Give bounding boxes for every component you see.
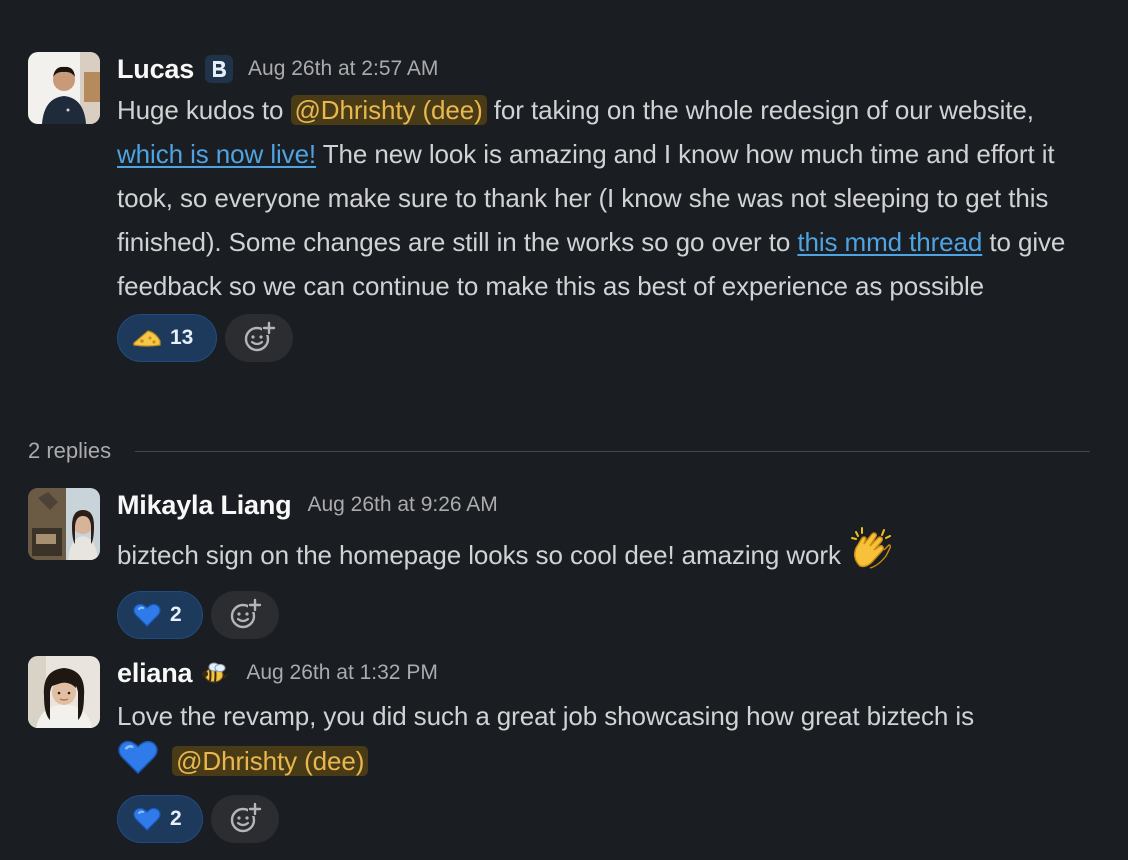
divider-line — [135, 450, 1090, 452]
reply-message: eliana Aug 26th at 1:32 PM Love the reva… — [0, 656, 1128, 846]
thread-link[interactable]: this mmd thread — [797, 227, 982, 257]
user-mention[interactable]: @Dhrishty (dee) — [290, 95, 487, 125]
cheese-icon — [132, 323, 162, 353]
user-mention[interactable]: @Dhrishty (dee) — [172, 746, 369, 776]
replies-count-label: 2 replies — [28, 438, 112, 463]
reactions-bar: 2 — [117, 795, 1092, 843]
add-emoji-icon — [244, 321, 276, 352]
author-name[interactable]: eliana — [117, 658, 193, 689]
reaction-blue-heart[interactable]: 2 — [117, 795, 203, 843]
add-emoji-icon — [230, 598, 262, 629]
replies-divider: 2 replies — [28, 434, 1090, 468]
reaction-count: 2 — [170, 807, 182, 830]
text-segment: for taking on the whole redesign of our … — [486, 95, 1034, 125]
message-text: Huge kudos to @Dhrishty (dee) for taking… — [117, 88, 1092, 308]
message-timestamp[interactable]: Aug 26th at 1:32 PM — [246, 661, 437, 685]
bee-icon — [200, 659, 232, 687]
message-timestamp[interactable]: Aug 26th at 2:57 AM — [248, 57, 438, 81]
avatar[interactable] — [28, 656, 100, 728]
reactions-bar: 13 — [117, 314, 1092, 362]
author-name[interactable]: Mikayla Liang — [117, 490, 292, 521]
add-emoji-icon — [230, 802, 262, 833]
reaction-count: 13 — [170, 326, 194, 349]
text-segment: biztech sign on the homepage looks so co… — [117, 540, 849, 570]
message-header: Lucas Aug 26th at 2:57 AM — [117, 52, 1092, 86]
message-text: Love the revamp, you did such a great jo… — [117, 694, 1092, 789]
biztech-logo-icon — [204, 54, 234, 84]
text-segment: Huge kudos to — [117, 95, 291, 125]
blue-heart-icon — [132, 804, 162, 834]
reply-message: Mikayla Liang Aug 26th at 9:26 AM biztec… — [0, 488, 1128, 639]
add-reaction-button[interactable] — [211, 591, 279, 639]
blue-heart-icon — [117, 738, 159, 789]
add-reaction-button[interactable] — [211, 795, 279, 843]
add-reaction-button[interactable] — [225, 314, 293, 362]
avatar[interactable] — [28, 52, 100, 124]
reaction-cheese[interactable]: 13 — [117, 314, 217, 362]
reactions-bar: 2 — [117, 591, 1092, 639]
avatar[interactable] — [28, 488, 100, 560]
message-timestamp[interactable]: Aug 26th at 9:26 AM — [307, 493, 497, 517]
message-header: Mikayla Liang Aug 26th at 9:26 AM — [117, 488, 1092, 522]
message-text: biztech sign on the homepage looks so co… — [117, 526, 1092, 585]
reaction-count: 2 — [170, 603, 182, 626]
author-name[interactable]: Lucas — [117, 54, 194, 85]
thread-parent-message: Lucas Aug 26th at 2:57 AM Huge kudos to … — [0, 52, 1128, 412]
website-link[interactable]: which is now live! — [117, 139, 316, 169]
text-segment: Love the revamp, you did such a great jo… — [117, 701, 974, 731]
clapping-hands-icon — [848, 526, 894, 585]
reaction-blue-heart[interactable]: 2 — [117, 591, 203, 639]
message-header: eliana Aug 26th at 1:32 PM — [117, 656, 1092, 690]
blue-heart-icon — [132, 600, 162, 630]
